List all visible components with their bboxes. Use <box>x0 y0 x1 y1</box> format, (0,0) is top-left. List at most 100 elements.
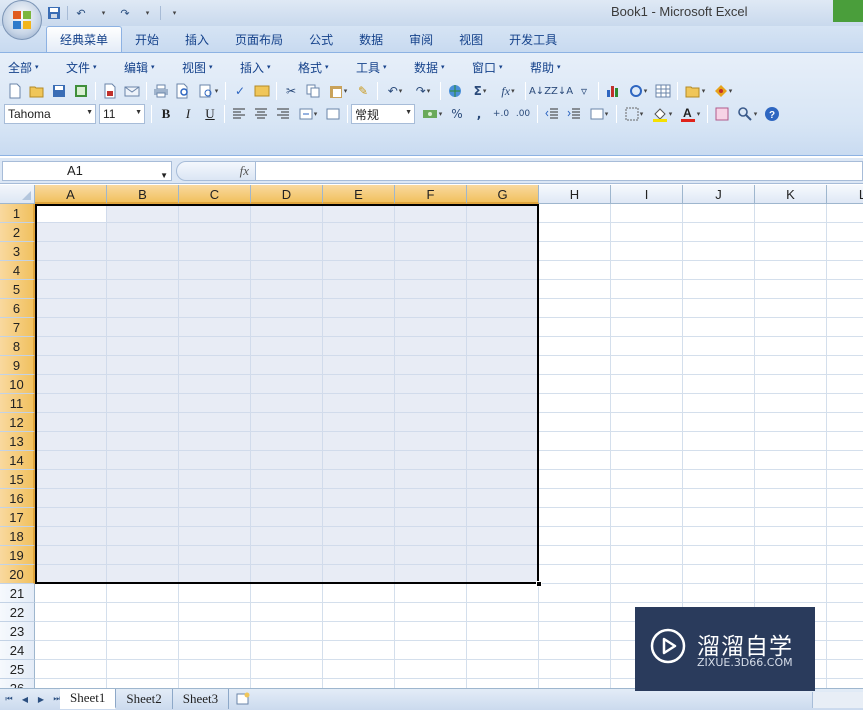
menu-view[interactable]: 视图 ▾ <box>178 57 236 77</box>
align-left-icon[interactable] <box>228 104 250 124</box>
tab-developer[interactable]: 开发工具 <box>496 26 570 52</box>
column-header-j[interactable]: J <box>683 185 755 204</box>
tab-review[interactable]: 审阅 <box>396 26 446 52</box>
window-control-area[interactable] <box>833 0 863 22</box>
tab-insert[interactable]: 插入 <box>172 26 222 52</box>
menu-help[interactable]: 帮助 ▾ <box>526 57 584 77</box>
row-header-26[interactable]: 26 <box>0 679 35 688</box>
insert-sheet-icon[interactable] <box>229 689 257 709</box>
next-sheet-icon[interactable]: ▶ <box>34 691 48 707</box>
decrease-indent-icon[interactable] <box>541 104 563 124</box>
bold-button[interactable]: B <box>155 104 177 124</box>
italic-button[interactable]: I <box>177 104 199 124</box>
hyperlink-icon[interactable] <box>444 81 466 101</box>
function-icon[interactable]: fx ▾ <box>494 81 522 101</box>
menu-window[interactable]: 窗口 ▾ <box>468 57 526 77</box>
row-header-6[interactable]: 6 <box>0 299 35 318</box>
email-icon[interactable] <box>121 81 143 101</box>
fill-handle[interactable] <box>536 581 542 587</box>
decrease-decimal-button[interactable]: .00 <box>512 104 534 124</box>
customize-icon[interactable]: ▾ <box>165 4 183 22</box>
open-icon[interactable] <box>26 81 48 101</box>
save-icon[interactable] <box>45 4 63 22</box>
folder-icon[interactable]: ▾ <box>681 81 709 101</box>
undo-icon[interactable]: ↶ ▾ <box>381 81 409 101</box>
increase-decimal-button[interactable]: +.0 <box>490 104 512 124</box>
fill-color-icon[interactable]: ▾ <box>648 104 676 124</box>
menu-insert[interactable]: 插入 ▾ <box>236 57 294 77</box>
merge-center-icon[interactable]: ▾ <box>294 104 322 124</box>
cut-icon[interactable]: ✂ <box>280 81 302 101</box>
undo-icon[interactable]: ↶ <box>72 4 90 22</box>
row-header-23[interactable]: 23 <box>0 622 35 641</box>
menu-tools[interactable]: 工具 ▾ <box>352 57 410 77</box>
column-header-h[interactable]: H <box>539 185 611 204</box>
save-icon[interactable] <box>48 81 70 101</box>
undo-dropdown-icon[interactable]: ▾ <box>94 4 112 22</box>
horizontal-scrollbar[interactable] <box>812 692 863 708</box>
print-icon[interactable] <box>150 81 172 101</box>
column-header-a[interactable]: A <box>35 185 107 204</box>
row-header-8[interactable]: 8 <box>0 337 35 356</box>
row-header-7[interactable]: 7 <box>0 318 35 337</box>
row-header-5[interactable]: 5 <box>0 280 35 299</box>
spelling-icon[interactable]: ✓ <box>229 81 251 101</box>
row-header-10[interactable]: 10 <box>0 375 35 394</box>
increase-indent-icon[interactable] <box>563 104 585 124</box>
sort-asc-icon[interactable]: A↓Z <box>529 81 551 101</box>
column-header-k[interactable]: K <box>755 185 827 204</box>
number-format-select[interactable]: 常规 ▼ <box>351 104 415 124</box>
borders-icon[interactable]: ▾ <box>620 104 648 124</box>
row-header-4[interactable]: 4 <box>0 261 35 280</box>
menu-file[interactable]: 文件 ▾ <box>62 57 120 77</box>
tab-data[interactable]: 数据 <box>346 26 396 52</box>
redo-dropdown-icon[interactable]: ▾ <box>138 4 156 22</box>
copy-icon[interactable] <box>302 81 324 101</box>
tab-home[interactable]: 开始 <box>122 26 172 52</box>
chart-icon[interactable] <box>602 81 624 101</box>
row-header-11[interactable]: 11 <box>0 394 35 413</box>
row-header-24[interactable]: 24 <box>0 641 35 660</box>
tab-classic-menu[interactable]: 经典菜单 <box>46 26 123 52</box>
formula-input[interactable] <box>256 161 863 181</box>
find-icon[interactable]: ▾ <box>733 104 761 124</box>
align-center-icon[interactable] <box>250 104 272 124</box>
office-button[interactable] <box>2 0 42 40</box>
sheet-tab-sheet3[interactable]: Sheet3 <box>173 689 230 709</box>
sheet-tab-sheet1[interactable]: Sheet1 <box>60 689 117 709</box>
help-icon[interactable]: ? <box>761 104 783 124</box>
menu-data[interactable]: 数据 ▾ <box>410 57 468 77</box>
align-right-icon[interactable] <box>272 104 294 124</box>
row-header-15[interactable]: 15 <box>0 470 35 489</box>
menu-edit[interactable]: 编辑 ▾ <box>120 57 178 77</box>
row-header-25[interactable]: 25 <box>0 660 35 679</box>
name-box[interactable]: A1 ▼ <box>2 161 172 181</box>
redo-icon[interactable]: ↷ ▾ <box>409 81 437 101</box>
row-header-3[interactable]: 3 <box>0 242 35 261</box>
row-header-17[interactable]: 17 <box>0 508 35 527</box>
menu-format[interactable]: 格式 ▾ <box>294 57 352 77</box>
macro-icon[interactable]: ▾ <box>709 81 737 101</box>
currency-icon[interactable]: ▾ <box>418 104 446 124</box>
permission-icon[interactable] <box>70 81 92 101</box>
column-header-e[interactable]: E <box>323 185 395 204</box>
column-header-c[interactable]: C <box>179 185 251 204</box>
column-header-f[interactable]: F <box>395 185 467 204</box>
selected-range[interactable] <box>35 204 539 584</box>
row-header-20[interactable]: 20 <box>0 565 35 584</box>
research-book-icon[interactable] <box>251 81 273 101</box>
font-color-icon[interactable]: A ▾ <box>676 104 704 124</box>
format-cells-icon[interactable]: ▾ <box>585 104 613 124</box>
format-painter-icon[interactable]: ✎ <box>352 81 374 101</box>
menu-all[interactable]: 全部 ▾ <box>4 57 62 77</box>
font-size-select[interactable]: 11 ▼ <box>99 104 145 124</box>
filter-icon[interactable]: ▿ <box>573 81 595 101</box>
row-header-16[interactable]: 16 <box>0 489 35 508</box>
column-header-d[interactable]: D <box>251 185 323 204</box>
row-header-19[interactable]: 19 <box>0 546 35 565</box>
row-header-14[interactable]: 14 <box>0 451 35 470</box>
redo-icon[interactable]: ↷ <box>116 4 134 22</box>
row-header-21[interactable]: 21 <box>0 584 35 603</box>
underline-button[interactable]: U <box>199 104 221 124</box>
pdf-icon[interactable] <box>99 81 121 101</box>
